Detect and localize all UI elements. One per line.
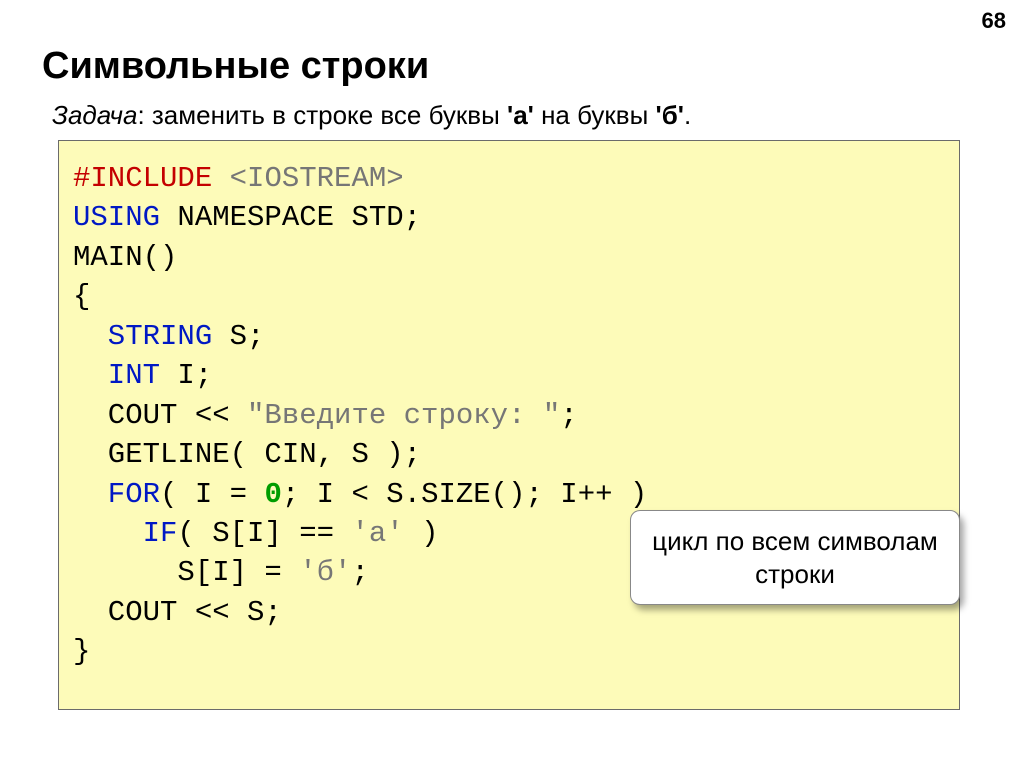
code-text: ( S[I] == (177, 517, 351, 550)
code-block: #INCLUDE <IOSTREAM> USING NAMESPACE STD;… (58, 140, 960, 710)
include-directive: #INCLUDE (73, 162, 230, 195)
code-line: } (73, 632, 947, 671)
keyword: USING (73, 201, 160, 234)
slide-heading: Символьные строки (42, 45, 429, 88)
keyword: STRING (73, 320, 212, 353)
code-line: FOR( I = 0; I < S.SIZE(); I++ ) (73, 475, 947, 514)
code-line: MAIN() (73, 238, 947, 277)
code-text: ) (404, 517, 439, 550)
keyword: IF (73, 517, 177, 550)
char-literal: 'б' (299, 556, 351, 589)
task-char-a: 'а' (507, 100, 534, 130)
code-text: S; (212, 320, 264, 353)
task-sep: : (137, 100, 151, 130)
task-description: Задача: заменить в строке все буквы 'а' … (52, 100, 691, 131)
code-text: ; (351, 556, 368, 589)
task-text-2: на буквы (534, 100, 656, 130)
callout-box: цикл по всем символам строки (630, 510, 960, 605)
keyword: FOR (73, 478, 160, 511)
code-line: #INCLUDE <IOSTREAM> (73, 159, 947, 198)
char-literal: 'а' (351, 517, 403, 550)
keyword: INT (73, 359, 160, 392)
code-text: ; I < S.SIZE(); I++ ) (282, 478, 647, 511)
code-line: GETLINE( CIN, S ); (73, 435, 947, 474)
code-text: NAMESPACE STD; (160, 201, 421, 234)
code-text: S[I] = (73, 556, 299, 589)
task-char-b: 'б' (656, 100, 684, 130)
code-line: INT I; (73, 356, 947, 395)
task-text-1: заменить в строке все буквы (152, 100, 507, 130)
code-text: ( I = (160, 478, 264, 511)
code-text: I; (160, 359, 212, 392)
page-number: 68 (982, 8, 1006, 34)
code-text: COUT << (73, 399, 247, 432)
code-line: USING NAMESPACE STD; (73, 198, 947, 237)
code-line: COUT << "Введите строку: "; (73, 396, 947, 435)
code-line: STRING S; (73, 317, 947, 356)
task-text-3: . (684, 100, 691, 130)
string-literal: "Введите строку: " (247, 399, 560, 432)
include-header: <IOSTREAM> (230, 162, 404, 195)
task-label: Задача (52, 100, 137, 130)
number-literal: 0 (264, 478, 281, 511)
code-line: { (73, 277, 947, 316)
code-text: ; (560, 399, 577, 432)
